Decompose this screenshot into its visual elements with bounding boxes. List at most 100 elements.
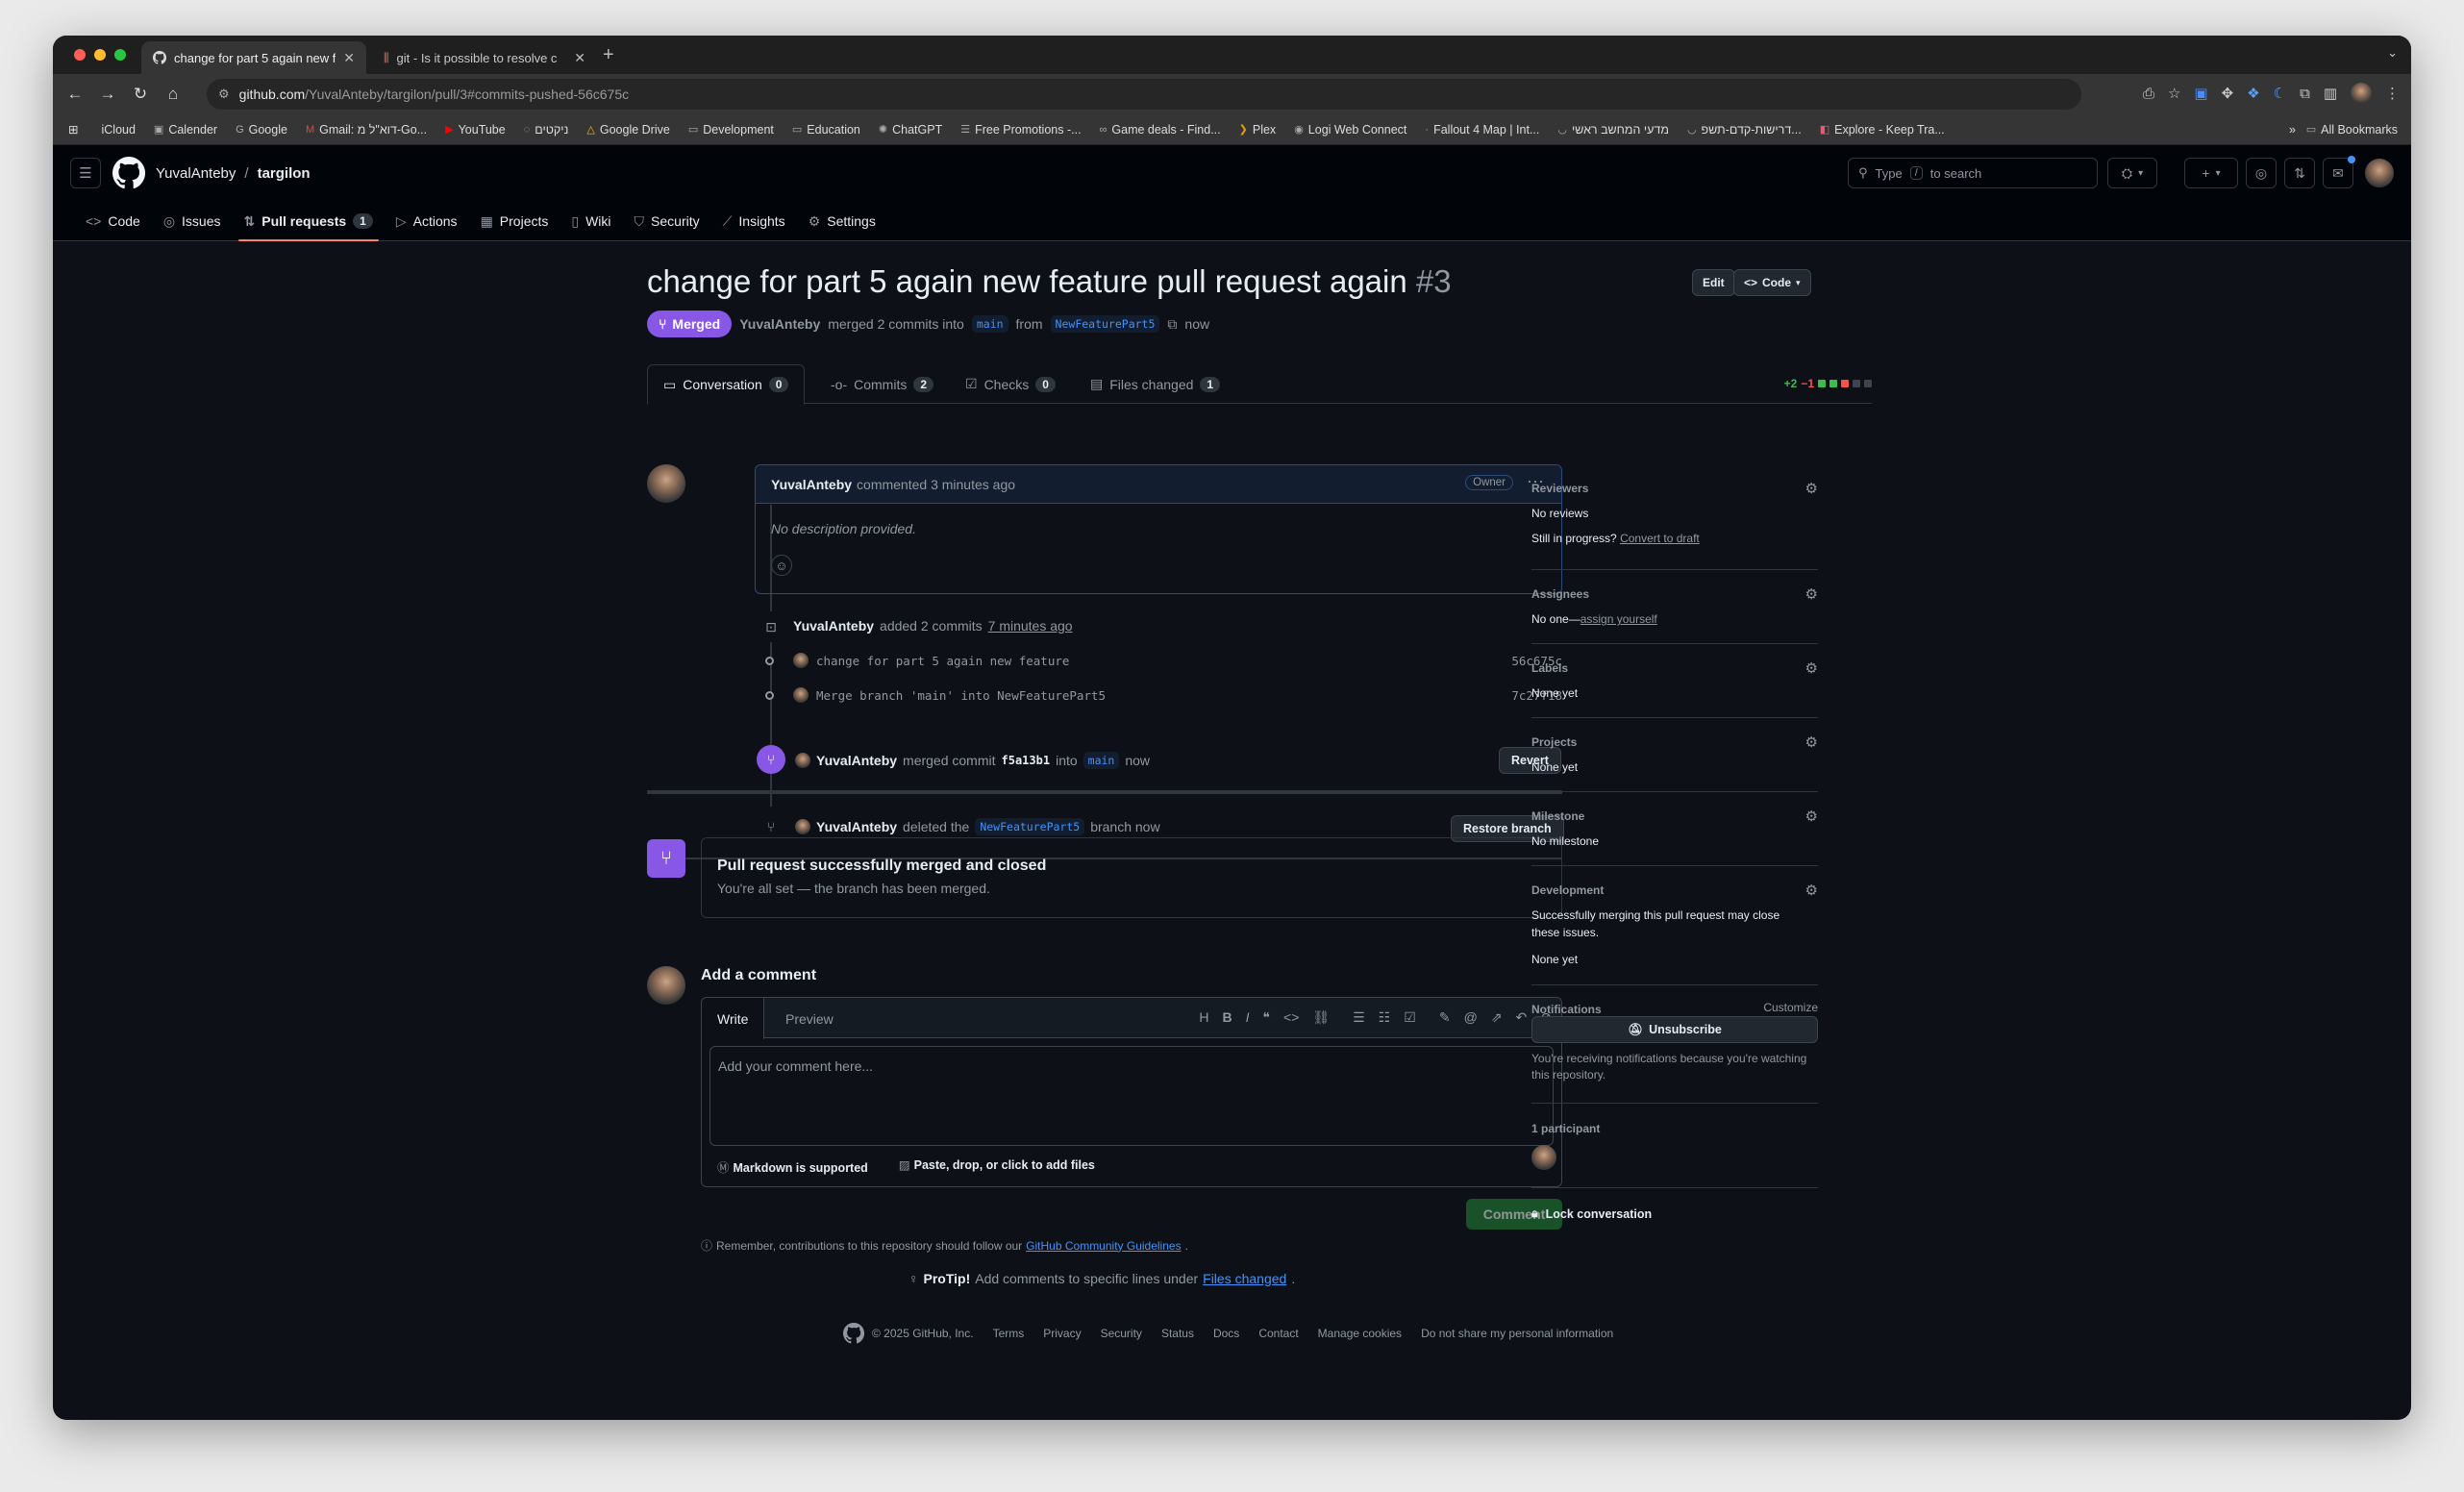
reviewers-heading[interactable]: Reviewers bbox=[1531, 482, 1588, 495]
repo-name-link[interactable]: targilon bbox=[258, 165, 311, 182]
avatar[interactable] bbox=[647, 966, 685, 1005]
footer-link-do-not-share[interactable]: Do not share my personal information bbox=[1421, 1327, 1613, 1340]
tab-checks[interactable]: ☑ Checks 0 bbox=[950, 364, 1071, 404]
assign-yourself-link[interactable]: assign yourself bbox=[1580, 612, 1657, 626]
bold-icon[interactable]: B bbox=[1222, 1009, 1232, 1026]
site-info-icon[interactable]: ⚙ bbox=[218, 87, 230, 102]
avatar[interactable] bbox=[793, 653, 809, 668]
actor-link[interactable]: YuvalAnteby bbox=[816, 753, 897, 768]
lock-conversation-link[interactable]: 🔒︎ Lock conversation bbox=[1531, 1206, 1652, 1221]
home-icon[interactable]: ⌂ bbox=[157, 85, 189, 104]
avatar[interactable] bbox=[793, 687, 809, 703]
gear-icon[interactable]: ⚙ bbox=[1805, 480, 1818, 497]
guidelines-link[interactable]: GitHub Community Guidelines bbox=[1026, 1239, 1181, 1253]
apps-grid-icon[interactable]: ⊞ bbox=[68, 122, 78, 137]
cross-reference-icon[interactable]: ⇗ bbox=[1491, 1009, 1503, 1026]
reload-icon[interactable]: ↻ bbox=[124, 85, 157, 104]
event-time-link[interactable]: 7 minutes ago bbox=[988, 618, 1073, 634]
bookmark-item[interactable]: ◌ ניקטים bbox=[524, 123, 569, 137]
tab-conversation[interactable]: ▭ Conversation 0 bbox=[647, 364, 806, 405]
all-bookmarks[interactable]: ▭ All Bookmarks bbox=[2306, 123, 2398, 137]
bookmark-item[interactable]: · Fallout 4 Map | Int... bbox=[1425, 123, 1539, 137]
tab-commits[interactable]: -o- Commits 2 bbox=[815, 364, 949, 404]
commit-message-link[interactable]: Merge branch 'main' into NewFeaturePart5 bbox=[816, 688, 1106, 703]
browser-tab[interactable]: ⫼ git - Is it possible to resolve c ✕ bbox=[372, 41, 597, 74]
bookmark-item[interactable]: M Gmail: דוא"ל מ-Go... bbox=[306, 123, 427, 137]
edit-button[interactable]: Edit bbox=[1692, 269, 1735, 296]
tab-preview[interactable]: Preview bbox=[770, 998, 849, 1039]
link-icon[interactable]: ⛓ bbox=[1312, 1009, 1330, 1026]
comment-textarea[interactable]: Add your comment here... bbox=[709, 1046, 1554, 1146]
bookmark-item[interactable]: iCloud bbox=[96, 123, 135, 137]
bookmark-item[interactable]: ❯ Plex bbox=[1239, 123, 1277, 137]
bookmark-item[interactable]: ✺ ChatGPT bbox=[879, 123, 942, 137]
bookmark-item[interactable]: G Google bbox=[236, 123, 287, 137]
footer-link-contact[interactable]: Contact bbox=[1258, 1327, 1298, 1340]
copy-icon[interactable]: ⧉ bbox=[1167, 316, 1177, 333]
close-tab-icon[interactable]: ✕ bbox=[343, 50, 355, 66]
base-branch[interactable]: main bbox=[1083, 752, 1120, 769]
footer-link-cookies[interactable]: Manage cookies bbox=[1318, 1327, 1402, 1340]
tab-code[interactable]: <> Code bbox=[74, 201, 152, 241]
create-new-button[interactable]: + ▾ bbox=[2184, 158, 2238, 188]
github-logo-icon[interactable] bbox=[112, 157, 145, 189]
extension-icon[interactable]: ✥ bbox=[2222, 85, 2234, 102]
bookmark-item[interactable]: ◡ מדעי המחשב ראשי bbox=[1557, 123, 1669, 137]
extension-dropbox-icon[interactable]: ❖ bbox=[2247, 85, 2259, 102]
customize-link[interactable]: Customize bbox=[1763, 1001, 1818, 1014]
install-icon[interactable]: ⎙ bbox=[2143, 86, 2154, 102]
actor-link[interactable]: YuvalAnteby bbox=[816, 819, 897, 834]
menu-icon[interactable]: ☰ bbox=[70, 158, 101, 188]
browser-menu-icon[interactable]: ⋮ bbox=[2385, 85, 2400, 102]
numbered-list-icon[interactable]: ☰ bbox=[1353, 1009, 1365, 1026]
avatar[interactable] bbox=[795, 753, 810, 768]
minimize-window-button[interactable] bbox=[94, 49, 106, 61]
avatar[interactable] bbox=[795, 819, 810, 834]
bookmark-item[interactable]: ▶ YouTube bbox=[445, 123, 506, 137]
markdown-link[interactable]: Ⓜ Markdown is supported bbox=[717, 1157, 868, 1176]
side-panel-icon[interactable]: ▥ bbox=[2324, 85, 2337, 102]
comment-author[interactable]: YuvalAnteby bbox=[771, 477, 852, 492]
actor-link[interactable]: YuvalAnteby bbox=[793, 618, 874, 634]
tab-projects[interactable]: ▦ Projects bbox=[469, 201, 560, 241]
gear-icon[interactable]: ⚙ bbox=[1805, 659, 1818, 677]
github-logo-icon[interactable] bbox=[843, 1323, 864, 1344]
inbox-button[interactable]: ✉ bbox=[2323, 156, 2355, 188]
heading-icon[interactable]: H bbox=[1199, 1009, 1208, 1026]
bookmark-item[interactable]: ∞ Game deals - Find... bbox=[1100, 123, 1221, 137]
attach-icon[interactable]: ✎ bbox=[1439, 1009, 1451, 1026]
bookmark-item[interactable]: ◧ Explore - Keep Tra... bbox=[1820, 123, 1945, 137]
extensions-puzzle-icon[interactable]: ⧉ bbox=[2300, 86, 2310, 102]
convert-to-draft-link[interactable]: Convert to draft bbox=[1620, 532, 1700, 545]
tab-insights[interactable]: ⟋ Insights bbox=[711, 201, 797, 241]
base-branch[interactable]: main bbox=[971, 315, 1008, 333]
attach-files-link[interactable]: ▨ Paste, drop, or click to add files bbox=[899, 1157, 1095, 1176]
footer-link-privacy[interactable]: Privacy bbox=[1043, 1327, 1081, 1340]
bookmark-star-icon[interactable]: ☆ bbox=[2168, 85, 2180, 102]
user-avatar[interactable] bbox=[2365, 159, 2394, 187]
tab-settings[interactable]: ⚙ Settings bbox=[797, 201, 887, 241]
bookmark-folder[interactable]: ▭ Development bbox=[688, 123, 774, 137]
unsubscribe-button[interactable]: 🔕︎ Unsubscribe bbox=[1531, 1016, 1818, 1043]
bookmark-folder[interactable]: ▭ Education bbox=[792, 123, 860, 137]
footer-link-security[interactable]: Security bbox=[1101, 1327, 1142, 1340]
address-bar[interactable]: ⚙ github.com/YuvalAnteby/targilon/pull/3… bbox=[207, 79, 2081, 110]
zoom-window-button[interactable] bbox=[114, 49, 126, 61]
bookmark-item[interactable]: ▣ Calender bbox=[154, 123, 217, 137]
gear-icon[interactable]: ⚙ bbox=[1805, 808, 1818, 825]
close-tab-icon[interactable]: ✕ bbox=[574, 50, 585, 66]
extension-moon-icon[interactable]: ☾ bbox=[2274, 85, 2286, 102]
projects-heading[interactable]: Projects bbox=[1531, 735, 1577, 749]
tab-pull-requests[interactable]: ⇅ Pull requests 1 bbox=[233, 201, 385, 241]
head-branch[interactable]: NewFeaturePart5 bbox=[1050, 315, 1160, 333]
repo-owner-link[interactable]: YuvalAnteby bbox=[156, 165, 236, 182]
assignees-heading[interactable]: Assignees bbox=[1531, 587, 1589, 601]
bookmark-item[interactable]: ◉ Logi Web Connect bbox=[1294, 123, 1406, 137]
labels-heading[interactable]: Labels bbox=[1531, 661, 1568, 675]
bookmark-item[interactable]: ◡ דרישות-קדם-תשפ... bbox=[1687, 123, 1802, 137]
browser-tab-active[interactable]: change for part 5 again new f ✕ bbox=[141, 41, 366, 74]
new-tab-icon[interactable]: + bbox=[603, 44, 614, 66]
forward-icon[interactable]: → bbox=[91, 85, 124, 104]
tab-files-changed[interactable]: ▤ Files changed 1 bbox=[1075, 364, 1235, 404]
bookmark-item[interactable]: △ Google Drive bbox=[586, 123, 669, 137]
